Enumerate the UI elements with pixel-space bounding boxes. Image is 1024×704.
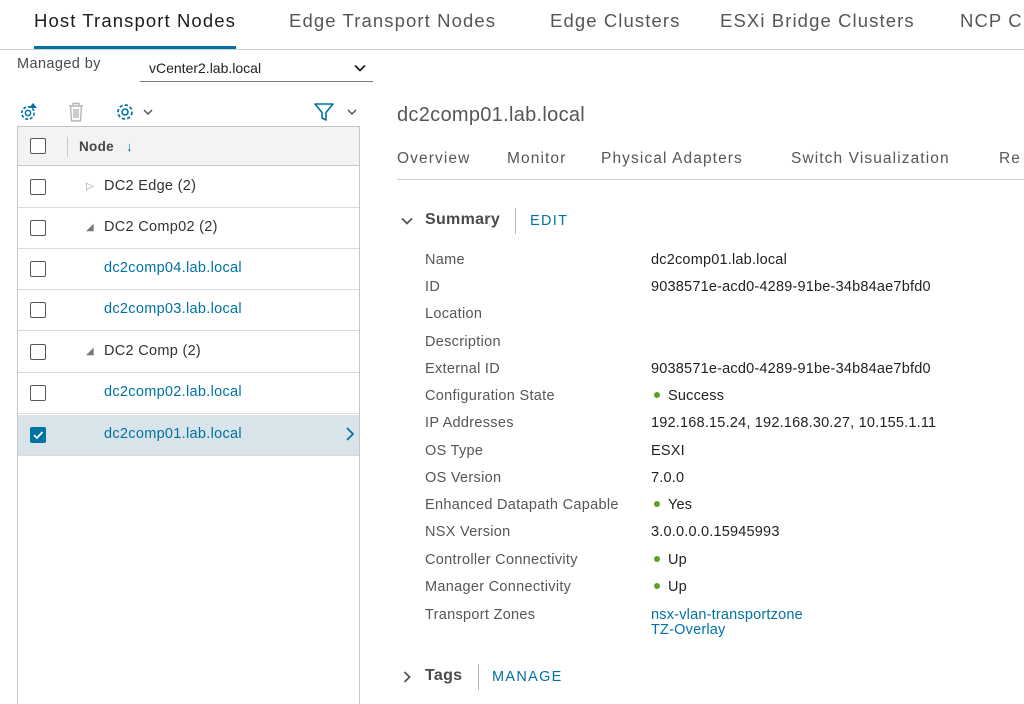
select-all-checkbox[interactable] [30, 138, 46, 154]
prop-label-os-type: OS Type [425, 443, 484, 459]
table-row[interactable]: dc2comp02.lab.local [18, 373, 359, 414]
status-dot-icon [654, 501, 660, 508]
prop-label-manager-connectivity: Manager Connectivity [425, 579, 572, 595]
row-checkbox[interactable] [30, 220, 46, 236]
host-title: dc2comp01.lab.local [397, 104, 586, 126]
status-text: Up [668, 579, 687, 595]
row-label: DC2 Comp (2) [104, 343, 202, 359]
checkmark-icon [33, 431, 44, 440]
prop-label-external-id: External ID [425, 361, 501, 377]
status-dot-icon [654, 556, 660, 563]
prop-value-external-id: 9038571e-acd0-4289-91be-34b84ae7bfd0 [651, 361, 931, 377]
caret-right-icon[interactable]: ▷ [86, 181, 94, 192]
prop-label-os-version: OS Version [425, 470, 502, 486]
table-row[interactable]: dc2comp03.lab.local [18, 290, 359, 331]
prop-label-id: ID [425, 279, 441, 295]
detail-tab-bar: Overview Monitor Physical Adapters Switc… [397, 140, 1024, 180]
gear-icon[interactable] [114, 101, 136, 123]
table-row[interactable]: ▷ DC2 Edge (2) [18, 167, 359, 208]
prop-label-location: Location [425, 306, 483, 322]
prop-value-os-version: 7.0.0 [651, 470, 685, 486]
tab-edge-clusters[interactable]: Edge Clusters [550, 0, 681, 49]
managed-by-select[interactable]: vCenter2.lab.local [140, 54, 373, 82]
status-text: Yes [668, 497, 693, 513]
tab-physical-adapters[interactable]: Physical Adapters [601, 150, 743, 168]
table-row[interactable]: ◢ DC2 Comp (2) [18, 332, 359, 373]
prop-value-configuration-state: Success [651, 388, 724, 404]
summary-heading: Summary [425, 211, 501, 228]
tab-esxi-bridge-clusters[interactable]: ESXi Bridge Clusters [720, 0, 915, 49]
prop-label-controller-connectivity: Controller Connectivity [425, 552, 578, 568]
prop-value-nsx-version: 3.0.0.0.0.15945993 [651, 524, 780, 540]
prop-value-name: dc2comp01.lab.local [651, 252, 787, 268]
tab-overview[interactable]: Overview [397, 150, 470, 168]
prop-label-nsx-version: NSX Version [425, 524, 511, 540]
tags-heading: Tags [425, 667, 463, 684]
chevron-down-icon [354, 64, 366, 72]
prop-value-controller-connectivity: Up [651, 552, 687, 568]
prop-label-description: Description [425, 334, 501, 350]
prop-value-manager-connectivity: Up [651, 579, 687, 595]
row-checkbox[interactable] [30, 385, 46, 401]
section-divider [478, 664, 479, 690]
manage-link[interactable]: MANAGE [492, 669, 563, 685]
table-row[interactable]: dc2comp04.lab.local [18, 249, 359, 290]
edit-link[interactable]: EDIT [530, 213, 568, 229]
row-label[interactable]: dc2comp01.lab.local [104, 426, 242, 442]
status-text: Success [668, 388, 725, 404]
chevron-down-icon[interactable] [400, 214, 414, 228]
tab-related[interactable]: Re [999, 150, 1021, 168]
managed-by-value: vCenter2.lab.local [149, 60, 262, 76]
status-dot-icon [654, 583, 660, 590]
grid-header: Node ↓ [18, 127, 359, 166]
status-dot-icon [654, 392, 660, 399]
section-divider [515, 208, 516, 234]
status-text: Up [668, 552, 687, 568]
prop-value-enhanced-datapath: Yes [651, 497, 692, 513]
row-checkbox[interactable] [30, 261, 46, 277]
row-label[interactable]: dc2comp03.lab.local [104, 301, 242, 317]
prop-label-configuration-state: Configuration State [425, 388, 555, 404]
column-divider [67, 137, 68, 157]
chevron-down-icon[interactable] [346, 106, 358, 118]
row-checkbox[interactable] [30, 302, 46, 318]
node-column-header[interactable]: Node [79, 139, 114, 154]
transport-zone-link[interactable]: nsx-vlan-transportzone [651, 607, 803, 623]
tab-switch-visualization[interactable]: Switch Visualization [791, 150, 950, 168]
row-label[interactable]: dc2comp04.lab.local [104, 260, 242, 276]
tab-ncp-clusters[interactable]: NCP C [960, 0, 1023, 49]
chevron-right-icon[interactable] [400, 670, 414, 684]
tab-host-transport-nodes[interactable]: Host Transport Nodes [34, 0, 236, 49]
row-checkbox[interactable] [30, 427, 46, 443]
caret-down-icon[interactable]: ◢ [86, 346, 94, 357]
tab-edge-transport-nodes[interactable]: Edge Transport Nodes [289, 0, 496, 49]
trash-icon [69, 102, 83, 122]
row-label: DC2 Comp02 (2) [104, 219, 218, 235]
row-label: DC2 Edge (2) [104, 178, 197, 194]
sort-arrow-icon[interactable]: ↓ [126, 139, 133, 154]
table-row[interactable]: ◢ DC2 Comp02 (2) [18, 208, 359, 249]
prop-label-name: Name [425, 252, 465, 268]
row-checkbox[interactable] [30, 179, 46, 195]
row-checkbox[interactable] [30, 344, 46, 360]
node-grid: Node ↓ ▷ DC2 Edge (2) ◢ DC2 Comp02 (2) d… [17, 126, 360, 704]
managed-by-label: Managed by [17, 56, 101, 72]
prop-label-ip-addresses: IP Addresses [425, 415, 514, 431]
add-gear-icon[interactable] [18, 101, 40, 123]
prop-value-id: 9038571e-acd0-4289-91be-34b84ae7bfd0 [651, 279, 931, 295]
prop-value-ip-addresses: 192.168.15.24, 192.168.30.27, 10.155.1.1… [651, 415, 937, 431]
prop-label-transport-zones: Transport Zones [425, 607, 536, 623]
top-tab-bar: Host Transport Nodes Edge Transport Node… [0, 0, 1024, 50]
prop-label-enhanced-datapath: Enhanced Datapath Capable [425, 497, 619, 513]
filter-icon[interactable] [313, 101, 335, 123]
transport-zone-link[interactable]: TZ-Overlay [651, 622, 726, 638]
tab-monitor[interactable]: Monitor [507, 150, 566, 168]
table-row-selected[interactable]: dc2comp01.lab.local [18, 415, 359, 456]
chevron-right-icon[interactable] [344, 426, 356, 442]
row-label[interactable]: dc2comp02.lab.local [104, 384, 242, 400]
caret-down-icon[interactable]: ◢ [86, 222, 94, 233]
prop-value-os-type: ESXI [651, 443, 685, 459]
chevron-down-icon[interactable] [142, 106, 154, 118]
